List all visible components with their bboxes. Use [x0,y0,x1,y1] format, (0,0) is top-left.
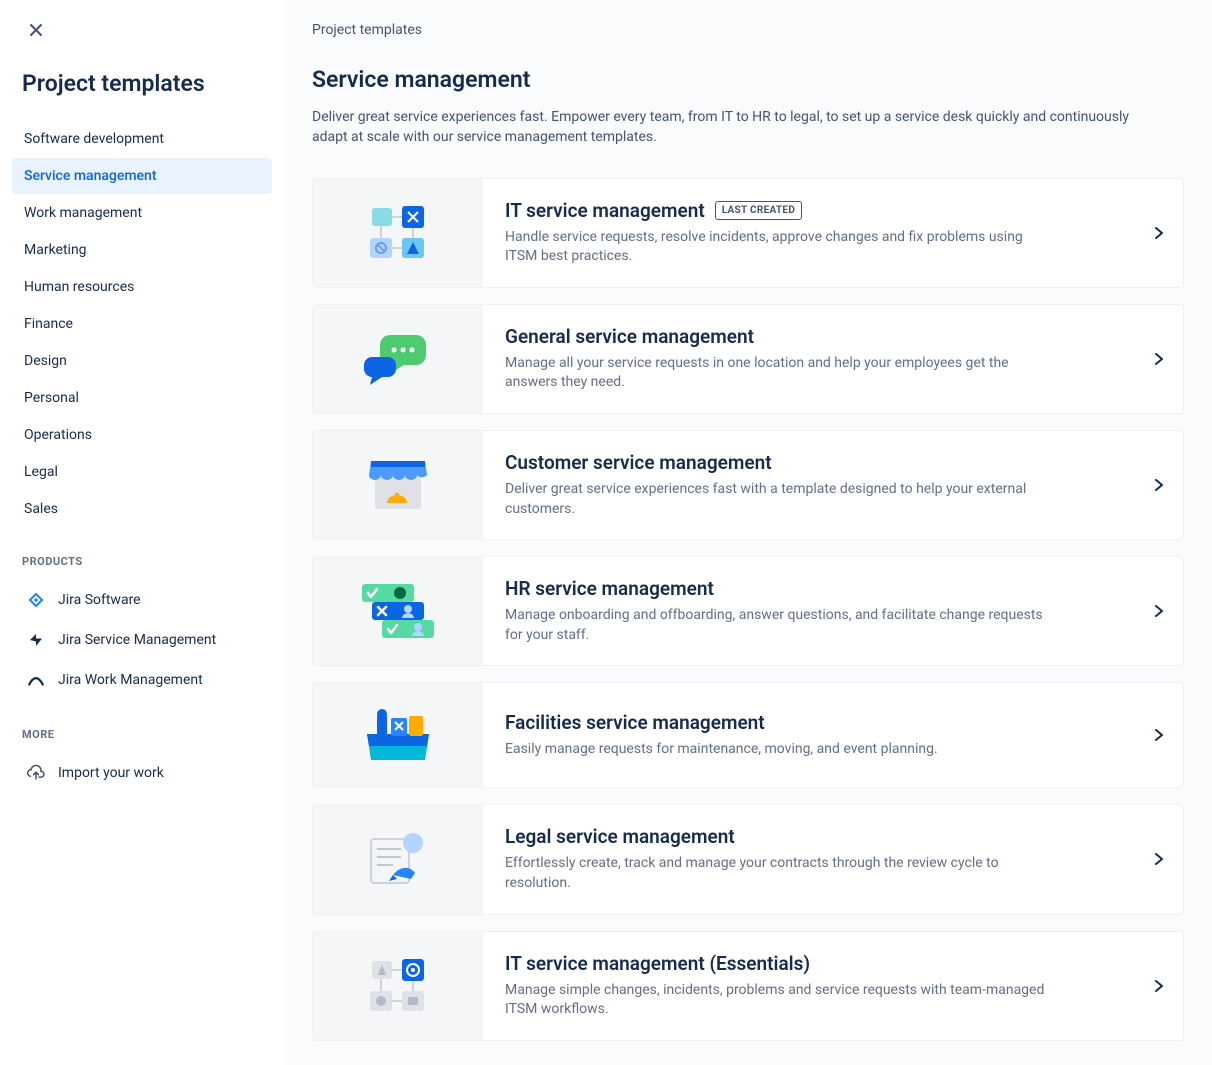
template-description: Deliver great service experiences fast w… [505,480,1045,519]
cloud-upload-icon [26,763,46,783]
template-it-service-management[interactable]: IT service management LAST CREATED Handl… [312,178,1184,288]
template-body: IT service management (Essentials) Manag… [483,932,1135,1040]
template-title: IT service management (Essentials) [505,952,810,975]
template-description: Handle service requests, resolve inciden… [505,228,1045,267]
hr-people-icon [360,582,436,640]
template-thumbnail [313,932,483,1040]
template-description: Manage simple changes, incidents, proble… [505,981,1045,1020]
contract-document-icon [365,831,431,887]
sidebar-item-work-management[interactable]: Work management [12,195,272,231]
sidebar-item-service-management[interactable]: Service management [12,158,272,194]
template-title: HR service management [505,577,714,600]
template-thumbnail [313,557,483,665]
template-body: HR service management Manage onboarding … [483,557,1135,665]
template-title: Customer service management [505,451,772,474]
import-label: Import your work [58,765,164,781]
itsm-essentials-icon [368,959,428,1013]
sidebar-item-software-development[interactable]: Software development [12,121,272,157]
jira-work-management-icon [26,670,46,690]
template-thumbnail [313,683,483,787]
template-list: IT service management LAST CREATED Handl… [312,178,1184,1041]
template-thumbnail [313,805,483,913]
jira-service-management-icon [26,630,46,650]
product-jira-software[interactable]: Jira Software [22,580,272,620]
sidebar-item-personal[interactable]: Personal [12,380,272,416]
chevron-right-icon [1135,179,1183,287]
sidebar-item-sales[interactable]: Sales [12,491,272,527]
template-title: General service management [505,325,754,348]
sidebar-item-design[interactable]: Design [12,343,272,379]
chevron-right-icon [1135,431,1183,539]
import-work[interactable]: Import your work [22,753,272,793]
template-thumbnail [313,179,483,287]
page-description: Deliver great service experiences fast. … [312,107,1152,148]
template-title: Facilities service management [505,711,765,734]
template-title: Legal service management [505,825,735,848]
chevron-right-icon [1135,683,1183,787]
product-label: Jira Software [58,592,141,608]
template-hr-service-management[interactable]: HR service management Manage onboarding … [312,556,1184,666]
template-title: IT service management [505,199,705,222]
sidebar: Project templates Software development S… [0,0,284,1065]
template-description: Easily manage requests for maintenance, … [505,740,1045,760]
close-icon [28,22,44,38]
breadcrumb[interactable]: Project templates [312,22,1184,38]
jira-software-icon [26,590,46,610]
template-customer-service-management[interactable]: Customer service management Deliver grea… [312,430,1184,540]
sidebar-item-marketing[interactable]: Marketing [12,232,272,268]
template-body: Customer service management Deliver grea… [483,431,1135,539]
template-thumbnail [313,305,483,413]
template-description: Manage onboarding and offboarding, answe… [505,606,1045,645]
template-body: IT service management LAST CREATED Handl… [483,179,1135,287]
chevron-right-icon [1135,305,1183,413]
chevron-right-icon [1135,557,1183,665]
template-thumbnail [313,431,483,539]
template-legal-service-management[interactable]: Legal service management Effortlessly cr… [312,804,1184,914]
sidebar-title: Project templates [22,70,272,97]
template-it-service-management-essentials[interactable]: IT service management (Essentials) Manag… [312,931,1184,1041]
template-description: Manage all your service requests in one … [505,354,1045,393]
products-header: PRODUCTS [22,555,272,568]
close-button[interactable] [24,18,48,42]
more-header: MORE [22,728,272,741]
sidebar-item-operations[interactable]: Operations [12,417,272,453]
template-facilities-service-management[interactable]: Facilities service management Easily man… [312,682,1184,788]
template-general-service-management[interactable]: General service management Manage all yo… [312,304,1184,414]
sidebar-item-finance[interactable]: Finance [12,306,272,342]
product-label: Jira Work Management [58,672,203,688]
page-title: Service management [312,66,1184,93]
product-label: Jira Service Management [58,632,216,648]
product-jira-service-management[interactable]: Jira Service Management [22,620,272,660]
sidebar-item-legal[interactable]: Legal [12,454,272,490]
toolbox-icon [361,706,435,764]
sidebar-item-human-resources[interactable]: Human resources [12,269,272,305]
storefront-icon [365,457,431,513]
product-jira-work-management[interactable]: Jira Work Management [22,660,272,700]
template-description: Effortlessly create, track and manage yo… [505,854,1045,893]
main-content: Project templates Service management Del… [284,0,1212,1065]
last-created-badge: LAST CREATED [715,201,802,220]
chevron-right-icon [1135,805,1183,913]
template-body: Legal service management Effortlessly cr… [483,805,1135,913]
category-list: Software development Service management … [12,121,272,527]
itsm-icon [368,206,428,260]
template-body: General service management Manage all yo… [483,305,1135,413]
chat-bubbles-icon [362,331,434,387]
chevron-right-icon [1135,932,1183,1040]
template-body: Facilities service management Easily man… [483,683,1135,787]
